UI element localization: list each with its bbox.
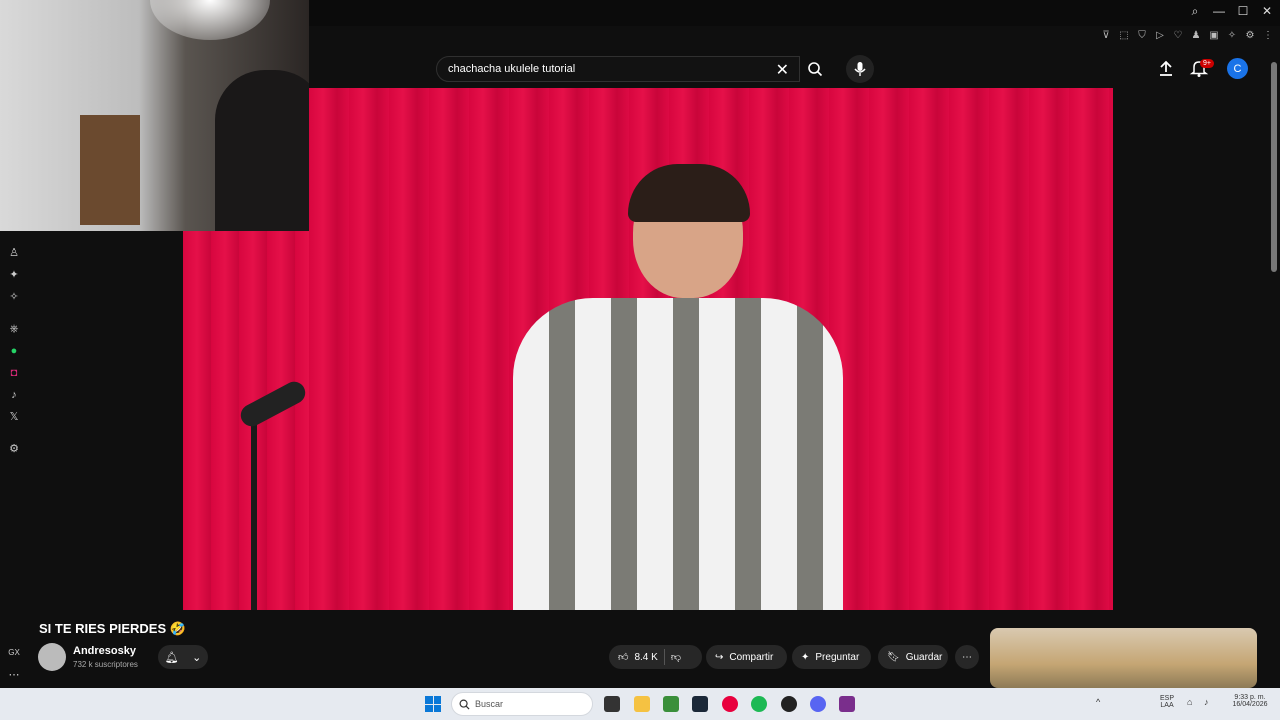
minecraft-icon[interactable] xyxy=(663,696,679,712)
upload-icon xyxy=(1160,60,1172,76)
system-clock[interactable]: 9:33 p. m. 16/04/2026 xyxy=(1224,694,1276,708)
shield-icon[interactable]: ⛉ xyxy=(1136,30,1148,41)
rail-tiktok-icon[interactable]: ♪ xyxy=(6,387,22,403)
microphone-icon xyxy=(854,62,866,76)
browser-search-icon[interactable]: ⌕ xyxy=(1188,4,1202,19)
clipboard-icon[interactable]: ▣ xyxy=(1208,30,1220,41)
subscriber-count: 732 k suscriptores xyxy=(73,660,138,669)
video-person-hair xyxy=(628,164,750,222)
rail-instagram-icon[interactable]: ◘ xyxy=(6,365,22,381)
video-person xyxy=(493,164,843,610)
heart-icon[interactable]: ♡ xyxy=(1172,30,1184,41)
rail-chatgpt-icon[interactable]: ⎈ xyxy=(6,321,22,337)
close-icon[interactable]: ✕ xyxy=(1260,4,1274,19)
clear-search-icon[interactable]: ✕ xyxy=(776,60,789,80)
search-button[interactable] xyxy=(800,56,830,82)
search-query-text: chachacha ukulele tutorial xyxy=(448,63,576,75)
share-button[interactable]: ↪ Compartir xyxy=(706,645,787,669)
language-indicator[interactable]: ESP LAA xyxy=(1160,695,1174,709)
like-dislike-group: 👍︎ 8.4 K 👎︎ xyxy=(609,645,702,669)
webcam-overlay xyxy=(0,0,309,231)
sidebar-rail: ♙ ✦ ✧ ⎈ ● ◘ ♪ 𝕏 ⚙ GX ⋯ xyxy=(0,240,28,688)
rail-spark-icon[interactable]: ✧ xyxy=(6,289,22,305)
like-divider xyxy=(663,649,665,665)
notification-badge: 9+ xyxy=(1200,59,1214,68)
task-view-icon[interactable] xyxy=(604,696,620,712)
clock-date: 16/04/2026 xyxy=(1232,701,1268,708)
taskbar-search-placeholder: Buscar xyxy=(475,699,504,709)
dislike-icon[interactable]: 👎︎ xyxy=(671,651,681,663)
rail-aria-icon[interactable]: ✦ xyxy=(6,267,22,283)
spotify-icon[interactable] xyxy=(751,696,767,712)
voice-search-button[interactable] xyxy=(846,55,874,83)
like-count[interactable]: 8.4 K xyxy=(634,652,657,663)
search-input[interactable]: chachacha ukulele tutorial ✕ xyxy=(436,56,800,82)
bookmark-icon: 🔖︎ xyxy=(887,651,900,663)
rail-more-icon[interactable]: ⋯ xyxy=(6,667,22,683)
video-player[interactable] xyxy=(183,88,1113,610)
minimize-icon[interactable]: — xyxy=(1212,4,1226,19)
save-label: Guardar xyxy=(905,651,943,663)
winrar-icon[interactable] xyxy=(839,696,855,712)
settings-icon[interactable]: ⚙ xyxy=(1244,30,1256,41)
window-controls: ⌕ — ☐ ✕ xyxy=(1188,4,1274,19)
clock-time: 9:33 p. m. xyxy=(1234,694,1266,701)
page-scrollbar[interactable] xyxy=(1268,48,1280,688)
extensions-bar: ⊽ ⬚ ⛉ ▷ ♡ ♟ ▣ ✧ ⚙ ⋮ xyxy=(1100,30,1274,41)
rail-x-icon[interactable]: 𝕏 xyxy=(6,409,22,425)
like-icon[interactable]: 👍︎ xyxy=(618,651,628,663)
discord-icon[interactable] xyxy=(810,696,826,712)
windows-taskbar: Buscar ^ ESP LAA ⌂ ♪ 9:33 p. m. 16/04/20… xyxy=(0,688,1280,720)
obs-icon[interactable] xyxy=(781,696,797,712)
maximize-icon[interactable]: ☐ xyxy=(1236,4,1250,19)
ai-icon[interactable]: ✧ xyxy=(1226,30,1238,41)
channel-name[interactable]: Andresosky xyxy=(73,645,136,657)
keyboard-layout: LAA xyxy=(1160,702,1174,709)
subscription-bell-button[interactable]: 🔔︎ ⌄ xyxy=(158,645,208,669)
video-person-shirt xyxy=(513,298,843,610)
more-icon: ⋯ xyxy=(962,651,972,663)
scrollbar-thumb[interactable] xyxy=(1271,62,1277,272)
search-icon xyxy=(459,699,470,710)
steam-icon[interactable] xyxy=(692,696,708,712)
language-code: ESP xyxy=(1160,695,1175,702)
chevron-down-icon: ⌄ xyxy=(192,651,202,664)
network-icon[interactable]: ⌂ xyxy=(1187,697,1192,707)
webcam-light xyxy=(150,0,270,40)
rail-whatsapp-icon[interactable]: ● xyxy=(6,343,22,359)
video-title: SI TE RIES PIERDES 🤣 xyxy=(39,621,186,636)
menu-icon[interactable]: ⋮ xyxy=(1262,30,1274,41)
channel-avatar[interactable] xyxy=(38,643,66,671)
ask-label: Preguntar xyxy=(815,651,860,663)
webcam-person xyxy=(215,70,309,231)
file-explorer-icon[interactable] xyxy=(634,696,650,712)
taskbar-search-input[interactable]: Buscar xyxy=(451,692,593,716)
ask-button[interactable]: ✦ Preguntar xyxy=(792,645,871,669)
extension-icon[interactable]: ♟ xyxy=(1190,30,1202,41)
pin-icon[interactable]: ⊽ xyxy=(1100,30,1112,41)
rail-extension-icon[interactable]: ♙ xyxy=(6,245,22,261)
sparkle-icon: ✦ xyxy=(801,651,810,663)
rail-gx-label: GX xyxy=(8,648,20,657)
screen: ⌕ — ☐ ✕ ⊽ ⬚ ⛉ ▷ ♡ ♟ ▣ ✧ ⚙ ⋮ chachacha uk… xyxy=(0,0,1280,720)
create-button[interactable] xyxy=(1156,58,1176,78)
search-icon xyxy=(808,62,823,77)
snapshot-icon[interactable]: ⬚ xyxy=(1118,30,1130,41)
tray-chevron-icon[interactable]: ^ xyxy=(1096,697,1100,707)
opera-gx-icon[interactable] xyxy=(722,696,738,712)
more-actions-button[interactable]: ⋯ xyxy=(955,645,979,669)
video-mic-stand xyxy=(251,418,257,610)
share-icon: ↪ xyxy=(715,651,724,663)
share-label: Compartir xyxy=(729,651,774,663)
volume-icon[interactable]: ♪ xyxy=(1204,697,1209,707)
account-avatar[interactable]: C xyxy=(1227,58,1248,79)
play-icon[interactable]: ▷ xyxy=(1154,30,1166,41)
recommended-video-thumbnail[interactable] xyxy=(990,628,1257,688)
webcam-furniture xyxy=(80,115,140,225)
windows-start-icon[interactable] xyxy=(425,696,441,712)
save-button[interactable]: 🔖︎ Guardar xyxy=(878,645,948,669)
bell-icon: 🔔︎ xyxy=(164,651,179,664)
rail-settings-icon[interactable]: ⚙ xyxy=(6,441,22,457)
